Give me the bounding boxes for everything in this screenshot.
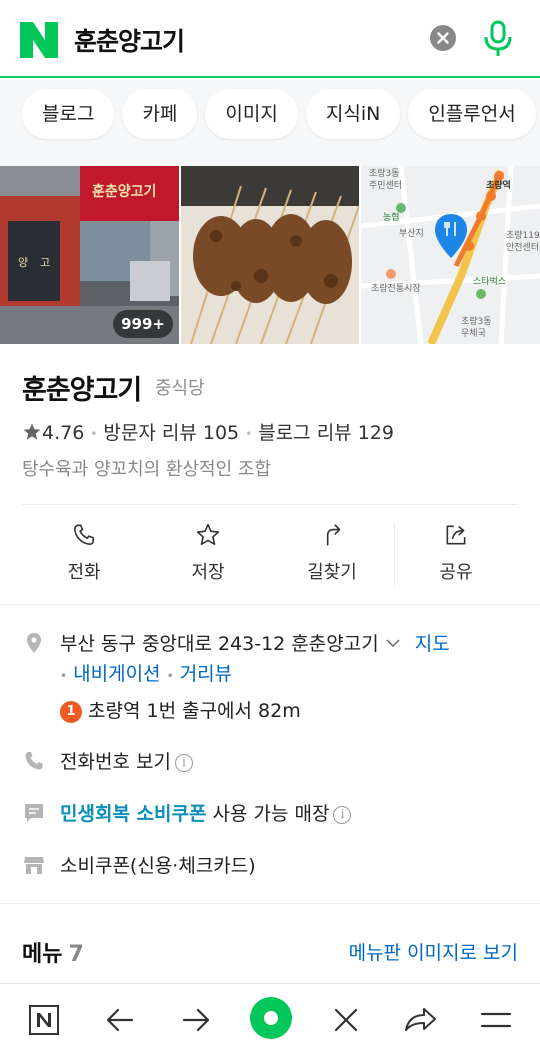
phone-view-link[interactable]: 전화번호 보기 [60,751,171,773]
divider [22,504,518,505]
share-arrow-icon[interactable] [398,998,442,1042]
separator-dot: • [90,426,98,441]
map-label-market: 초량전통시장 [371,282,421,294]
tab-knowledge[interactable]: 지식iN [305,89,401,139]
save-label: 저장 [191,562,225,583]
address-text[interactable]: 부산 동구 중앙대로 243-12 훈춘양고기 [60,633,379,655]
microphone-icon[interactable] [483,20,513,58]
naver-home-icon[interactable] [22,998,66,1042]
tab-blog[interactable]: 블로그 [22,89,115,139]
separator-dot: • [245,426,253,441]
svg-text:양: 양 [18,256,28,269]
map-label-starbucks: 스타벅스 [473,276,506,287]
star-icon [23,423,41,440]
naver-logo-icon[interactable] [20,22,58,58]
info-icon[interactable]: i [333,806,352,824]
hamburger-menu-icon[interactable] [474,998,518,1042]
divider [0,604,540,605]
map-label-busan: 부산지 [399,228,424,239]
action-bar: 전화 저장 길찾기 공유 [22,520,518,590]
map-label-post-1: 초량3동 [461,315,492,327]
chevron-down-icon[interactable] [385,637,401,649]
map-label-bank: 농협 [383,211,400,223]
phone-icon [25,752,43,770]
tab-cafe[interactable]: 카페 [122,89,198,139]
bottom-navigation [0,983,540,1053]
close-icon[interactable] [324,998,368,1042]
coupon-highlight[interactable]: 민생회복 소비쿠폰 [60,803,206,825]
separator-dot: • [166,669,174,683]
menu-count: 7 [68,942,84,967]
place-description: 탕수육과 양꼬치의 환상적인 조합 [22,459,272,480]
visitor-reviews-link[interactable]: 방문자 리뷰 105 [103,422,239,444]
call-label: 전화 [67,562,101,583]
store-icon [24,857,44,874]
back-arrow-icon[interactable] [98,998,142,1042]
subway-line-badge: 1 [60,701,82,723]
share-label: 공유 [439,562,473,583]
green-dot-icon[interactable] [249,996,293,1040]
share-button[interactable]: 공유 [394,520,518,590]
star-outline-icon [196,523,220,546]
search-query[interactable]: 훈춘양고기 [74,22,185,58]
search-tabs: 블로그 카페 이미지 지식iN 인플루언서 [0,80,540,150]
navigation-link[interactable]: 내비게이션 [73,663,160,685]
svg-text:훈춘양고기: 훈춘양고기 [92,183,156,200]
map-label-post-2: 우체국 [461,328,486,339]
tab-images[interactable]: 이미지 [205,89,298,139]
comment-icon [25,804,43,822]
directions-arrow-icon [326,524,341,546]
coupon-text: 사용 가능 매장 [212,803,330,825]
menu-image-link[interactable]: 메뉴판 이미지로 보기 [349,938,518,965]
svg-text:고: 고 [40,256,50,269]
save-button[interactable]: 저장 [146,520,270,590]
menu-title-text: 메뉴 [22,942,63,967]
phone-icon [73,524,95,546]
coupon-card-text: 소비쿠폰(신용·체크카드) [60,855,256,877]
place-category: 중식당 [155,378,205,399]
map-label-center-4: 안전센터 [506,242,539,253]
map-label-station: 초량역 [486,179,511,191]
street-view-link[interactable]: 거리뷰 [180,663,232,685]
station-distance-text: 초량역 1번 출구에서 82m [88,700,301,722]
info-icon[interactable]: i [174,754,193,772]
share-icon [446,525,466,545]
call-button[interactable]: 전화 [22,520,146,590]
menu-section: 메뉴 7 메뉴판 이미지로 보기 [0,903,540,983]
clear-search-button[interactable] [430,25,456,51]
photo-count-badge: 999+ [113,310,173,338]
directions-button[interactable]: 길찾기 [270,520,394,590]
rating-value: 4.76 [42,422,85,444]
map-label-center-1: 초량3동 [369,167,400,179]
menu-heading: 메뉴 7 [22,936,84,968]
search-bar: 훈춘양고기 [0,0,540,78]
photo-strip: 훈춘양고기 양 고 999+ 초량역 부산지 초량전통시장 스타벅스 초량3동 … [0,166,540,344]
storefront-photo[interactable]: 훈춘양고기 양 고 999+ [0,166,179,344]
close-icon [437,32,449,44]
map-link[interactable]: 지도 [415,633,450,655]
food-photo[interactable] [181,166,359,344]
tab-influencer[interactable]: 인플루언서 [408,89,536,139]
location-pin-icon [27,633,41,653]
rating-row: 4.76 • 방문자 리뷰 105 • 블로그 리뷰 129 [22,418,394,445]
place-name[interactable]: 훈춘양고기 [22,368,142,407]
directions-label: 길찾기 [307,562,357,583]
separator-dot: • [60,669,68,683]
location-map-thumbnail[interactable]: 초량역 부산지 초량전통시장 스타벅스 초량3동 주민센터 초량119 안전센터… [361,166,540,344]
map-label-center-2: 주민센터 [369,180,402,191]
forward-arrow-icon[interactable] [174,998,218,1042]
section-gap [0,150,540,166]
blog-reviews-link[interactable]: 블로그 리뷰 129 [258,422,394,444]
map-label-center-3: 초량119 [506,229,540,241]
